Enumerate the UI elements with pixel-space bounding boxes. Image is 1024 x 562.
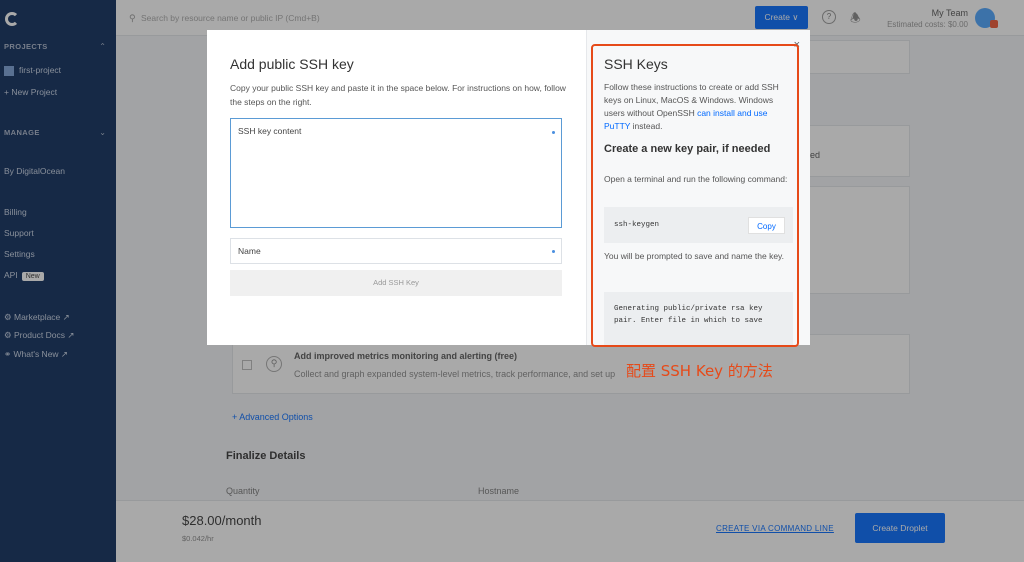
name-field xyxy=(230,238,562,264)
modal-form-panel: Add public SSH key Copy your public SSH … xyxy=(207,30,586,345)
annotation-highlight-box xyxy=(591,44,799,347)
annotation-label: 配置 SSH Key 的方法 xyxy=(626,362,773,380)
required-dot-icon xyxy=(552,250,555,253)
ssh-key-field xyxy=(230,118,562,228)
modal-title: Add public SSH key xyxy=(230,56,354,72)
add-ssh-key-button[interactable]: Add SSH Key xyxy=(230,270,562,296)
ssh-key-input[interactable] xyxy=(231,119,561,227)
name-input[interactable] xyxy=(231,239,561,263)
required-dot-icon xyxy=(552,131,555,134)
modal-description: Copy your public SSH key and paste it in… xyxy=(230,83,566,107)
